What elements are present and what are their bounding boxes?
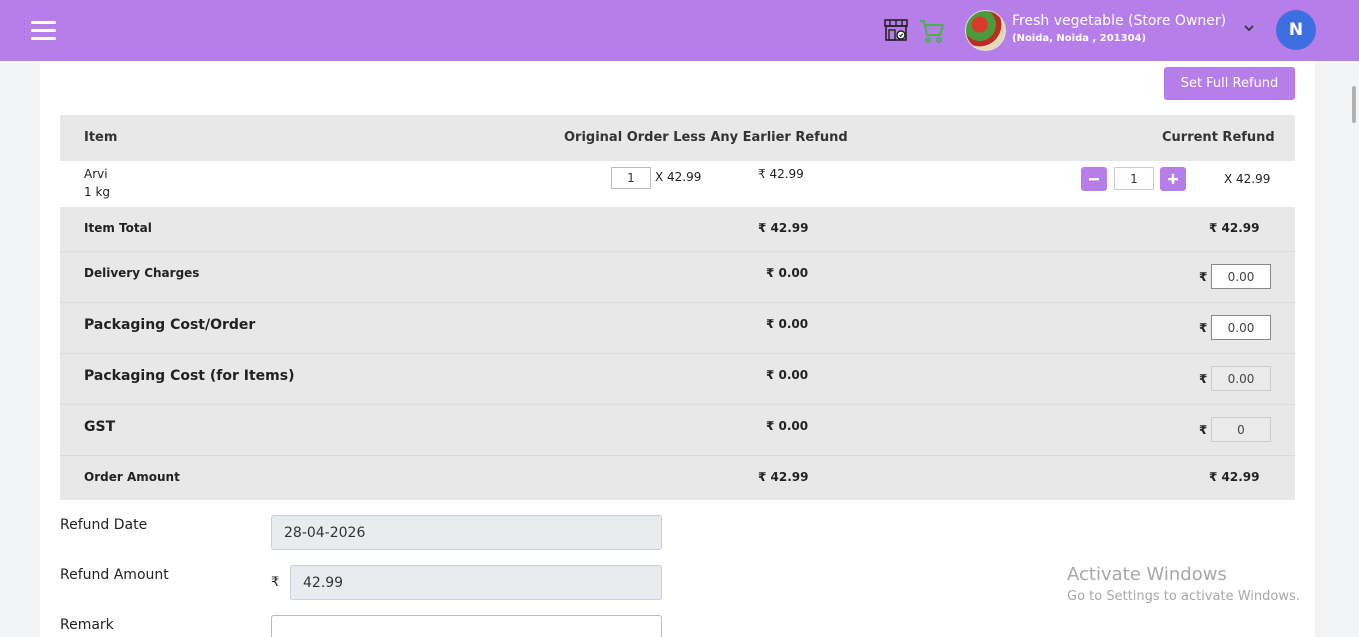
refund-amount-field[interactable]: 42.99 xyxy=(290,565,662,600)
activate-windows-title: Activate Windows xyxy=(1067,564,1227,585)
gst-currency: ₹ xyxy=(1199,423,1208,437)
original-unit-price: X 42.99 xyxy=(655,170,702,184)
item-total-current: ₹ 42.99 xyxy=(1209,221,1260,235)
store-icon[interactable] xyxy=(883,17,909,43)
packaging-items-input: 0.00 xyxy=(1211,366,1271,391)
order-amount-current: ₹ 42.99 xyxy=(1209,470,1260,484)
cart-icon[interactable] xyxy=(918,17,945,44)
refund-amount-label: Refund Amount xyxy=(60,567,169,583)
user-avatar[interactable]: N xyxy=(1276,10,1316,50)
table-row xyxy=(60,161,831,207)
packaging-items-label: Packaging Cost (for Items) xyxy=(84,368,295,384)
minus-icon xyxy=(1089,178,1099,181)
row-divider xyxy=(60,251,1295,252)
item-name: Arvi xyxy=(84,167,108,181)
row-divider xyxy=(60,302,1295,303)
packaging-order-currency: ₹ xyxy=(1199,321,1208,335)
scrollbar-thumb[interactable] xyxy=(1352,86,1356,123)
menu-icon[interactable] xyxy=(31,21,56,40)
activate-windows-subtitle: Go to Settings to activate Windows. xyxy=(1067,589,1300,604)
header-item: Item xyxy=(84,130,118,145)
top-bar: Fresh vegetable (Store Owner) (Noida, No… xyxy=(0,0,1359,61)
remark-label: Remark xyxy=(60,617,114,633)
remark-field[interactable] xyxy=(271,615,662,637)
row-divider xyxy=(60,353,1295,354)
delivery-currency: ₹ xyxy=(1199,270,1208,284)
decrease-qty-button[interactable] xyxy=(1081,167,1107,191)
packaging-items-original: ₹ 0.00 xyxy=(766,368,809,382)
chevron-down-icon[interactable] xyxy=(1243,22,1255,34)
item-unit: 1 kg xyxy=(84,185,111,199)
original-qty: 1 xyxy=(611,167,651,189)
gst-input: 0 xyxy=(1211,417,1271,442)
store-address: (Noida, Noida , 201304) xyxy=(1012,33,1147,44)
plus-icon xyxy=(1168,174,1178,184)
current-qty-input[interactable]: 1 xyxy=(1114,167,1154,190)
packaging-order-input[interactable]: 0.00 xyxy=(1211,315,1271,340)
row-divider xyxy=(60,404,1295,405)
order-amount-label: Order Amount xyxy=(84,470,180,484)
delivery-charges-input[interactable]: 0.00 xyxy=(1211,264,1271,289)
current-unit-price: X 42.99 xyxy=(1224,172,1271,186)
item-total-original: ₹ 42.99 xyxy=(758,221,809,235)
item-total-label: Item Total xyxy=(84,221,152,235)
set-full-refund-button[interactable]: Set Full Refund xyxy=(1164,67,1295,100)
refund-date-field[interactable]: 28-04-2026 xyxy=(271,515,662,550)
store-name[interactable]: Fresh vegetable (Store Owner) xyxy=(1012,13,1226,29)
delivery-charges-original: ₹ 0.00 xyxy=(766,266,809,280)
packaging-order-original: ₹ 0.00 xyxy=(766,317,809,331)
original-line-total: ₹ 42.99 xyxy=(758,167,804,181)
row-divider xyxy=(60,455,1295,456)
packaging-items-currency: ₹ xyxy=(1199,372,1208,386)
increase-qty-button[interactable] xyxy=(1160,167,1186,191)
gst-label: GST xyxy=(84,419,116,435)
header-original: Original Order Less Any Earlier Refund xyxy=(564,130,848,145)
refund-amount-currency: ₹ xyxy=(271,575,280,590)
packaging-order-label: Packaging Cost/Order xyxy=(84,317,256,333)
order-amount-original: ₹ 42.99 xyxy=(758,470,809,484)
refund-date-label: Refund Date xyxy=(60,517,148,533)
store-avatar[interactable] xyxy=(965,10,1006,51)
gst-original: ₹ 0.00 xyxy=(766,419,809,433)
header-current: Current Refund xyxy=(1162,130,1275,145)
delivery-charges-label: Delivery Charges xyxy=(84,266,200,280)
